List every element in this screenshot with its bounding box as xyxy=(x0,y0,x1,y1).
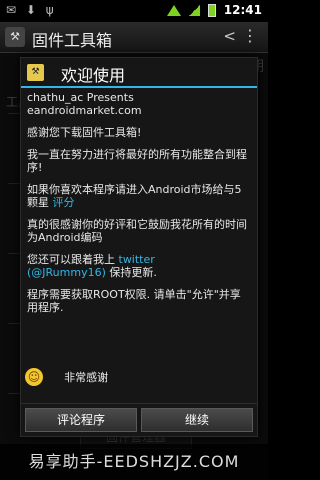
notification-icons: ✉ ⬇ ψ xyxy=(6,3,57,17)
effort-text: 我一直在努力进行将最好的所有功能整合到程序! xyxy=(27,148,247,174)
thanks-text: 非常感谢 xyxy=(64,370,109,384)
watermark: 易享助手-EEDSHZJZ.COM xyxy=(0,444,268,480)
smiley-icon: ☺ xyxy=(25,367,43,386)
rate-link[interactable]: 评分 xyxy=(53,196,75,209)
twitter-handle-link[interactable]: (@JRummy16) xyxy=(27,266,106,279)
presents-text: chathu_ac Presents eandroidmarket.com xyxy=(27,91,142,117)
continue-button[interactable]: 继续 xyxy=(141,408,253,432)
wifi-icon xyxy=(167,5,182,16)
follow-text: 您还可以跟着我上 twitter (@JRummy16) 保持更新. xyxy=(27,253,251,279)
status-bar: ✉ ⬇ ψ 12:41 xyxy=(0,0,268,22)
dialog-body: chathu_ac Presents eandroidmarket.com 感谢… xyxy=(27,91,251,323)
dialog-header: ⚒ 欢迎使用 xyxy=(21,58,257,88)
status-icons: 12:41 xyxy=(167,3,262,17)
welcome-dialog: ⚒ 欢迎使用 chathu_ac Presents eandroidmarket… xyxy=(20,57,258,437)
dialog-buttons: 评论程序 继续 xyxy=(21,403,257,437)
appreciation-text: 真的很感谢你的好评和它鼓励我花所有的时间为Android编码 xyxy=(27,218,247,244)
follow-text-main: 您还可以跟着我上 xyxy=(27,253,115,266)
share-icon[interactable]: < xyxy=(223,27,236,45)
twitter-link[interactable]: twitter xyxy=(119,253,155,266)
battery-icon xyxy=(207,4,216,17)
thanks-download-text: 感谢您下载固件工具箱! xyxy=(27,126,142,139)
root-permission-text: 程序需要获取ROOT权限. 请单击"允许"并享用程序. xyxy=(27,288,241,314)
clock: 12:41 xyxy=(223,3,262,17)
action-bar: ⚒ 固件工具箱 < ⋮ xyxy=(0,22,268,53)
rate-app-button[interactable]: 评论程序 xyxy=(25,408,137,432)
signal-icon xyxy=(189,5,201,16)
overflow-menu-icon[interactable]: ⋮ xyxy=(242,26,258,45)
dialog-title: 欢迎使用 xyxy=(61,66,126,85)
market-text: 如果你喜欢本程序请进入Android市场给与5颗星 评分 xyxy=(27,183,251,209)
follow-suffix: 保持更新. xyxy=(109,266,157,279)
app-icon[interactable]: ⚒ xyxy=(5,27,25,47)
thanks-row: ☺ 非常感谢 xyxy=(25,366,108,386)
app-title: 固件工具箱 xyxy=(32,31,113,50)
app-icon: ⚒ xyxy=(27,64,44,81)
